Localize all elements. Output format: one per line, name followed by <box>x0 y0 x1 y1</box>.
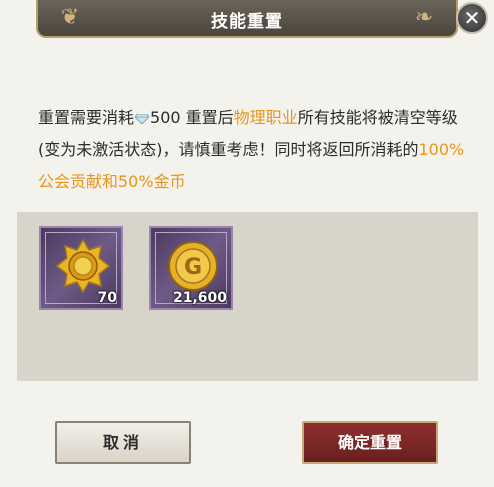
item-count: 21,600 <box>172 290 227 306</box>
cancel-button[interactable]: 取消 <box>55 421 191 464</box>
reward-item-guild-medal[interactable]: 70 <box>39 226 123 310</box>
confirm-reset-button[interactable]: 确定重置 <box>302 421 438 464</box>
reset-message: 重置需要消耗 500 重置后物理职业所有技能将被清空等级(变为未激活状态)，请慎重… <box>38 102 468 198</box>
scroll-ornament-right-icon: ❧ <box>414 5 434 30</box>
reward-item-gold[interactable]: G 21,600 <box>149 226 233 310</box>
message-text-2: 重置后 <box>185 108 234 127</box>
close-icon: ✕ <box>463 6 481 30</box>
title-banner: ❦ 技能重置 ❧ <box>36 0 458 38</box>
cost-value: 500 <box>150 108 181 127</box>
svg-text:G: G <box>184 255 202 280</box>
dialog-title: 技能重置 <box>211 12 283 32</box>
close-button[interactable]: ✕ <box>456 2 488 34</box>
message-text-1: 重置需要消耗 <box>38 108 135 127</box>
guild-medal-icon <box>55 238 111 294</box>
skill-reset-dialog: ❦ 技能重置 ❧ ✕ 重置需要消耗 500 重置后物理职业所有技能将被清空等级(变… <box>0 0 494 487</box>
class-name: 物理职业 <box>233 108 298 127</box>
diamond-icon <box>135 113 150 124</box>
item-count: 70 <box>97 290 117 306</box>
gold-coin-icon: G <box>168 241 218 291</box>
